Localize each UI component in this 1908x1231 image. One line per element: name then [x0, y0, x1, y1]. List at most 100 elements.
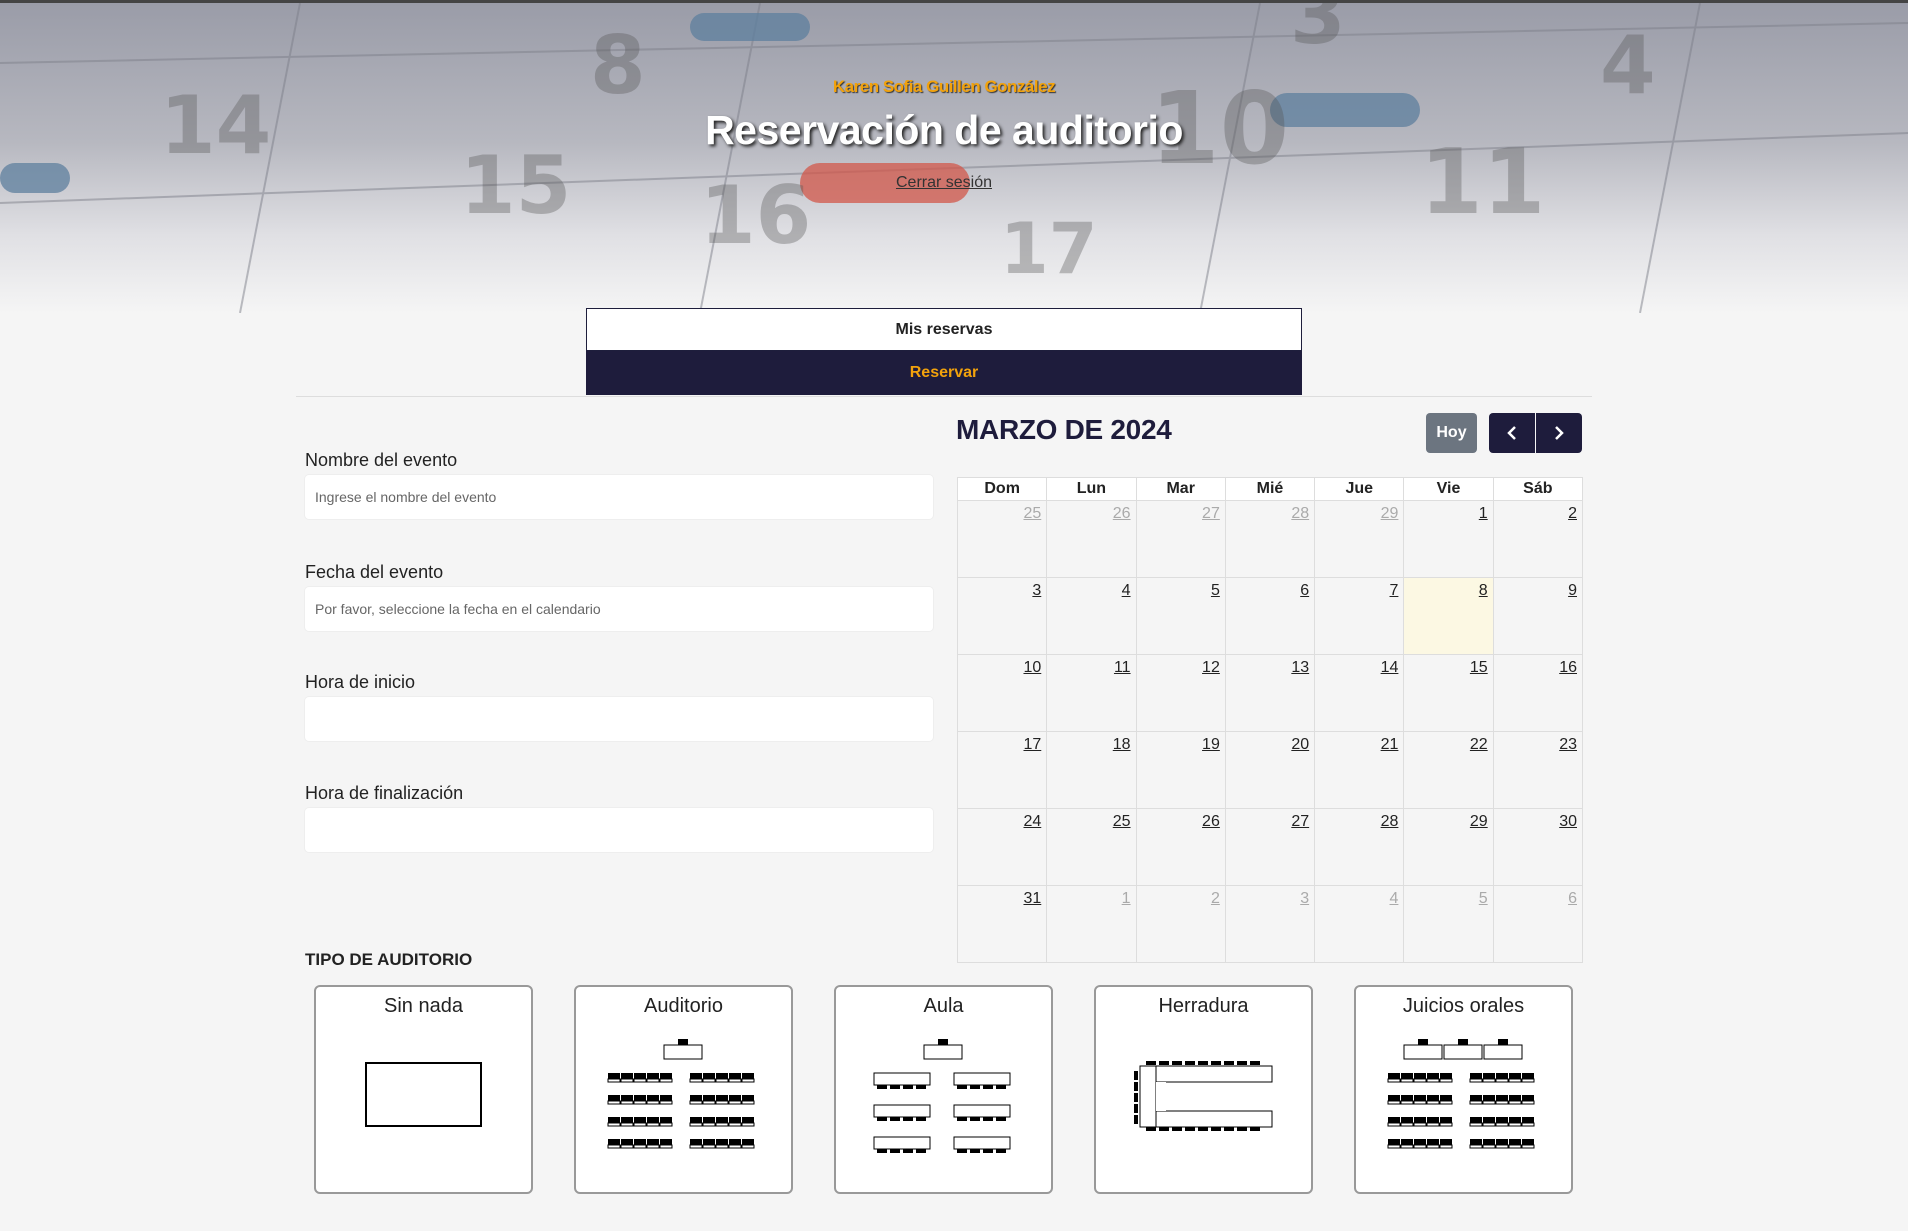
logout-link[interactable]: Cerrar sesión [0, 174, 1888, 192]
calendar-day[interactable]: 28 [1224, 500, 1316, 578]
calendar-day[interactable]: 29 [1403, 808, 1494, 886]
calendar-day[interactable]: 16 [1492, 654, 1584, 732]
calendar-day[interactable]: 3 [956, 577, 1048, 655]
day-number-link[interactable]: 4 [1122, 582, 1131, 599]
calendar-day[interactable]: 9 [1492, 577, 1584, 655]
calendar-day[interactable]: 6 [1224, 577, 1316, 655]
today-button[interactable]: Hoy [1426, 413, 1477, 453]
event-name-input[interactable] [305, 475, 933, 519]
calendar-day[interactable]: 14 [1314, 654, 1405, 732]
day-number-link[interactable]: 29 [1381, 505, 1399, 522]
auditorium-type-aula[interactable]: Aula [834, 985, 1053, 1194]
calendar-day[interactable]: 6 [1492, 885, 1584, 963]
day-number-link[interactable]: 28 [1381, 813, 1399, 830]
calendar-day[interactable]: 7 [1314, 577, 1405, 655]
day-number-link[interactable]: 12 [1202, 659, 1220, 676]
calendar-day[interactable]: 15 [1403, 654, 1494, 732]
day-number-link[interactable]: 2 [1211, 890, 1220, 907]
day-number-link[interactable]: 3 [1300, 890, 1309, 907]
auditorium-type-juicios-orales[interactable]: Juicios orales [1354, 985, 1573, 1194]
calendar-day[interactable]: 10 [956, 654, 1048, 732]
day-number-link[interactable]: 25 [1113, 813, 1131, 830]
calendar-day[interactable]: 22 [1403, 731, 1494, 809]
day-number-link[interactable]: 25 [1023, 505, 1041, 522]
day-number-link[interactable]: 31 [1023, 890, 1041, 907]
calendar-day[interactable]: 1 [1403, 500, 1494, 578]
calendar-day[interactable]: 19 [1135, 731, 1226, 809]
tab-mis-reservas[interactable]: Mis reservas [586, 308, 1302, 351]
calendar-day[interactable]: 25 [956, 500, 1048, 578]
day-number-link[interactable]: 14 [1381, 659, 1399, 676]
calendar-day[interactable]: 23 [1492, 731, 1584, 809]
day-number-link[interactable]: 27 [1202, 505, 1220, 522]
day-number-link[interactable]: 28 [1291, 505, 1309, 522]
calendar-day[interactable]: 21 [1314, 731, 1405, 809]
auditorium-type-sin-nada[interactable]: Sin nada [314, 985, 533, 1194]
auditorium-type-auditorio[interactable]: Auditorio [574, 985, 793, 1194]
auditorium-type-herradura[interactable]: Herradura [1094, 985, 1313, 1194]
calendar-day[interactable]: 5 [1135, 577, 1226, 655]
day-number-link[interactable]: 6 [1300, 582, 1309, 599]
calendar-day[interactable]: 18 [1046, 731, 1137, 809]
day-number-link[interactable]: 23 [1559, 736, 1577, 753]
day-number-link[interactable]: 1 [1122, 890, 1131, 907]
day-number-link[interactable]: 17 [1023, 736, 1041, 753]
day-number-link[interactable]: 24 [1023, 813, 1041, 830]
day-number-link[interactable]: 5 [1479, 890, 1488, 907]
calendar-day[interactable]: 30 [1492, 808, 1584, 886]
calendar-day[interactable]: 28 [1314, 808, 1405, 886]
calendar-day[interactable]: 4 [1046, 577, 1137, 655]
day-number-link[interactable]: 15 [1470, 659, 1488, 676]
day-number-link[interactable]: 22 [1470, 736, 1488, 753]
day-number-link[interactable]: 3 [1032, 582, 1041, 599]
calendar-day[interactable]: 20 [1224, 731, 1316, 809]
auditorium-layout-icon [607, 1039, 755, 1149]
day-number-link[interactable]: 4 [1390, 890, 1399, 907]
day-number-link[interactable]: 27 [1291, 813, 1309, 830]
event-date-input[interactable] [305, 587, 933, 631]
day-number-link[interactable]: 18 [1113, 736, 1131, 753]
calendar-day[interactable]: 26 [1046, 500, 1137, 578]
day-number-link[interactable]: 30 [1559, 813, 1577, 830]
day-number-link[interactable]: 10 [1023, 659, 1041, 676]
calendar-day[interactable]: 2 [1492, 500, 1584, 578]
calendar-day[interactable]: 4 [1314, 885, 1405, 963]
calendar-day[interactable]: 13 [1224, 654, 1316, 732]
day-number-link[interactable]: 16 [1559, 659, 1577, 676]
day-number-link[interactable]: 11 [1114, 659, 1131, 676]
tab-reservar[interactable]: Reservar [586, 351, 1302, 395]
start-time-input[interactable] [305, 697, 933, 741]
calendar-day[interactable]: 5 [1403, 885, 1494, 963]
day-number-link[interactable]: 9 [1568, 582, 1577, 599]
calendar-day[interactable]: 31 [956, 885, 1048, 963]
calendar-day[interactable]: 11 [1046, 654, 1137, 732]
calendar-day[interactable]: 27 [1135, 500, 1226, 578]
prev-month-button[interactable] [1489, 413, 1535, 453]
calendar-day[interactable]: 3 [1224, 885, 1316, 963]
day-number-link[interactable]: 5 [1211, 582, 1220, 599]
day-number-link[interactable]: 19 [1202, 736, 1220, 753]
calendar-day-today[interactable]: 8 [1403, 577, 1494, 655]
day-number-link[interactable]: 26 [1113, 505, 1131, 522]
calendar-day[interactable]: 25 [1046, 808, 1137, 886]
day-number-link[interactable]: 8 [1479, 582, 1488, 599]
calendar-day[interactable]: 12 [1135, 654, 1226, 732]
calendar-day[interactable]: 27 [1224, 808, 1316, 886]
day-number-link[interactable]: 13 [1291, 659, 1309, 676]
next-month-button[interactable] [1536, 413, 1582, 453]
day-number-link[interactable]: 2 [1568, 505, 1577, 522]
calendar-day[interactable]: 29 [1314, 500, 1405, 578]
day-number-link[interactable]: 29 [1470, 813, 1488, 830]
day-number-link[interactable]: 20 [1291, 736, 1309, 753]
day-number-link[interactable]: 21 [1381, 736, 1399, 753]
day-number-link[interactable]: 7 [1390, 582, 1399, 599]
calendar-day[interactable]: 24 [956, 808, 1048, 886]
day-number-link[interactable]: 6 [1568, 890, 1577, 907]
day-number-link[interactable]: 1 [1479, 505, 1488, 522]
calendar-day[interactable]: 26 [1135, 808, 1226, 886]
calendar-day[interactable]: 17 [956, 731, 1048, 809]
day-number-link[interactable]: 26 [1202, 813, 1220, 830]
end-time-input[interactable] [305, 808, 933, 852]
calendar-day[interactable]: 1 [1046, 885, 1137, 963]
calendar-day[interactable]: 2 [1135, 885, 1226, 963]
